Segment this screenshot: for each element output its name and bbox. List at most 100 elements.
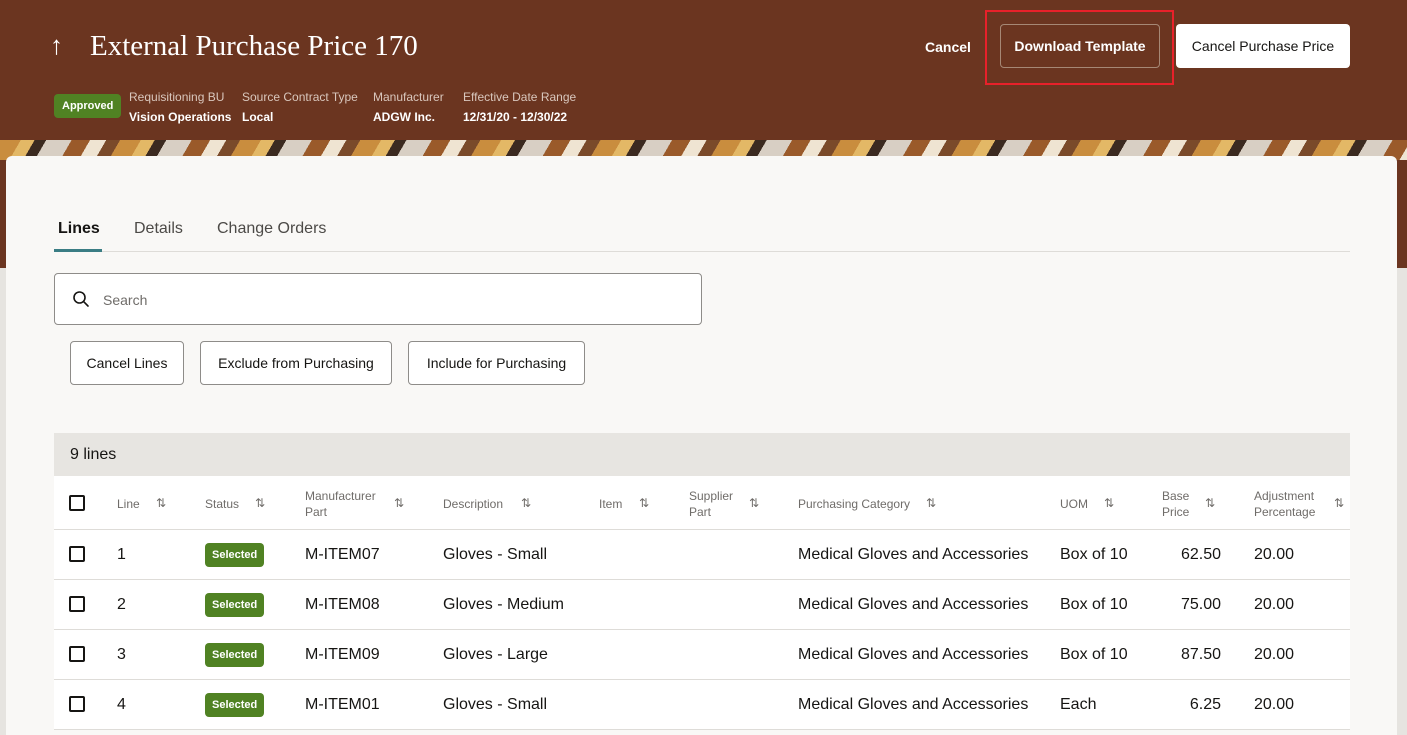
cell-description: Gloves - Small (443, 546, 548, 563)
table-row[interactable]: 4 Selected M-ITEM01 Gloves - Small Medic… (54, 680, 1350, 730)
cell-purchasing-category: Medical Gloves and Accessories (798, 596, 1029, 613)
cell-line: 4 (117, 696, 126, 713)
tab-change-orders[interactable]: Change Orders (217, 218, 326, 240)
active-tab-indicator (54, 249, 102, 252)
cell-purchasing-category: Medical Gloves and Accessories (798, 646, 1029, 663)
cell-adjustment-percentage: 20.00 (1254, 546, 1295, 563)
header-line: Percentage (1254, 505, 1316, 519)
cell-uom: Box of 10 (1060, 646, 1128, 663)
table-header: Line ⇅ Status ⇅ Manufacturer Part ⇅ Desc… (54, 476, 1350, 530)
column-header-adjustment-percentage[interactable]: Adjustment Percentage (1254, 488, 1315, 520)
table-row[interactable]: 2 Selected M-ITEM08 Gloves - Medium Medi… (54, 580, 1350, 630)
row-checkbox[interactable] (69, 596, 85, 612)
header-line: Adjustment (1254, 489, 1315, 503)
sort-icon[interactable]: ⇅ (1104, 495, 1114, 511)
sort-icon[interactable]: ⇅ (1334, 495, 1344, 511)
meta-label: Source Contract Type (242, 90, 358, 104)
tab-lines[interactable]: Lines (58, 218, 100, 240)
sort-icon[interactable]: ⇅ (639, 495, 649, 511)
cell-uom: Box of 10 (1060, 596, 1128, 613)
meta-value: ADGW Inc. (373, 110, 435, 124)
cell-manufacturer-part: M-ITEM09 (305, 646, 380, 663)
column-header-supplier-part[interactable]: Supplier Part (689, 488, 733, 520)
status-badge: Selected (205, 543, 265, 567)
status-badge: Selected (205, 693, 265, 717)
meta-label: Effective Date Range (463, 90, 577, 104)
meta-value: Local (242, 110, 274, 124)
meta-value: Vision Operations (129, 110, 232, 124)
column-header-line[interactable]: Line (117, 496, 140, 512)
cell-purchasing-category: Medical Gloves and Accessories (798, 696, 1029, 713)
column-header-manufacturer-part[interactable]: Manufacturer Part (305, 488, 376, 520)
sort-icon[interactable]: ⇅ (394, 495, 404, 511)
status-badge: Selected (205, 593, 265, 617)
meta-label: Manufacturer (373, 90, 444, 104)
meta-value: 12/31/20 - 12/30/22 (463, 110, 568, 124)
row-checkbox[interactable] (69, 696, 85, 712)
header-line: Part (305, 505, 328, 519)
row-checkbox[interactable] (69, 646, 85, 662)
cell-line: 2 (117, 596, 126, 613)
column-header-uom[interactable]: UOM (1060, 496, 1088, 512)
cancel-button[interactable]: Cancel (925, 36, 971, 58)
cell-adjustment-percentage: 20.00 (1254, 596, 1295, 613)
header-line: Supplier (689, 489, 734, 503)
page-background (1397, 268, 1407, 735)
header-line: Manufacturer (305, 489, 376, 503)
meta-source-contract-type: Source Contract Type Local (242, 89, 358, 125)
select-all-checkbox[interactable] (69, 495, 85, 511)
sort-icon[interactable]: ⇅ (926, 495, 936, 511)
sort-icon[interactable]: ⇅ (521, 495, 531, 511)
table-row[interactable]: 3 Selected M-ITEM09 Gloves - Large Medic… (54, 630, 1350, 680)
download-template-button[interactable]: Download Template (1000, 24, 1160, 68)
header-line: Price (1162, 505, 1190, 519)
cell-manufacturer-part: M-ITEM08 (305, 596, 380, 613)
column-header-status[interactable]: Status (205, 496, 239, 512)
cell-description: Gloves - Large (443, 646, 548, 663)
table-row[interactable]: 1 Selected M-ITEM07 Gloves - Small Medic… (54, 530, 1350, 580)
sort-icon[interactable]: ⇅ (156, 495, 166, 511)
cell-uom: Box of 10 (1060, 546, 1128, 563)
meta-manufacturer: Manufacturer ADGW Inc. (373, 89, 444, 125)
sort-icon[interactable]: ⇅ (749, 495, 759, 511)
row-checkbox[interactable] (69, 546, 85, 562)
cell-adjustment-percentage: 20.00 (1254, 646, 1295, 663)
sort-icon[interactable]: ⇅ (255, 495, 265, 511)
cell-base-price: 75.00 (1180, 596, 1221, 613)
cell-base-price: 6.25 (1189, 696, 1221, 713)
search-box[interactable] (54, 273, 702, 325)
cancel-lines-button[interactable]: Cancel Lines (70, 341, 184, 385)
tab-details[interactable]: Details (134, 218, 183, 240)
cell-description: Gloves - Small (443, 696, 548, 713)
cell-manufacturer-part: M-ITEM01 (305, 696, 380, 713)
cell-base-price: 87.50 (1180, 646, 1221, 663)
line-count: 9 lines (54, 433, 1350, 476)
column-header-item[interactable]: Item (599, 496, 622, 512)
search-icon (73, 291, 89, 307)
column-header-description[interactable]: Description (443, 496, 503, 512)
meta-label: Requisitioning BU (129, 90, 225, 104)
header-line: Part (689, 505, 712, 519)
cell-adjustment-percentage: 20.00 (1254, 696, 1295, 713)
column-header-base-price[interactable]: Base Price (1162, 488, 1189, 520)
column-header-purchasing-category[interactable]: Purchasing Category (798, 496, 910, 512)
cell-line: 3 (117, 646, 126, 663)
cell-manufacturer-part: M-ITEM07 (305, 546, 380, 563)
cell-description: Gloves - Medium (443, 596, 564, 613)
search-input[interactable] (103, 288, 663, 312)
cell-purchasing-category: Medical Gloves and Accessories (798, 546, 1029, 563)
tab-bar: Lines Details Change Orders (54, 214, 1350, 252)
include-for-purchasing-button[interactable]: Include for Purchasing (408, 341, 585, 385)
meta-effective-date-range: Effective Date Range 12/31/20 - 12/30/22 (463, 89, 576, 125)
page-title: External Purchase Price 170 (90, 30, 418, 62)
cell-base-price: 62.50 (1180, 546, 1221, 563)
sort-icon[interactable]: ⇅ (1205, 495, 1215, 511)
exclude-from-purchasing-button[interactable]: Exclude from Purchasing (200, 341, 392, 385)
header-line: Base (1162, 489, 1190, 503)
status-badge: Selected (205, 643, 265, 667)
cell-line: 1 (117, 546, 126, 563)
status-badge: Approved (54, 94, 122, 118)
back-arrow-icon[interactable]: ↑ (50, 30, 63, 60)
cancel-purchase-price-button[interactable]: Cancel Purchase Price (1176, 24, 1350, 68)
meta-requisitioning-bu: Requisitioning BU Vision Operations (129, 89, 231, 125)
